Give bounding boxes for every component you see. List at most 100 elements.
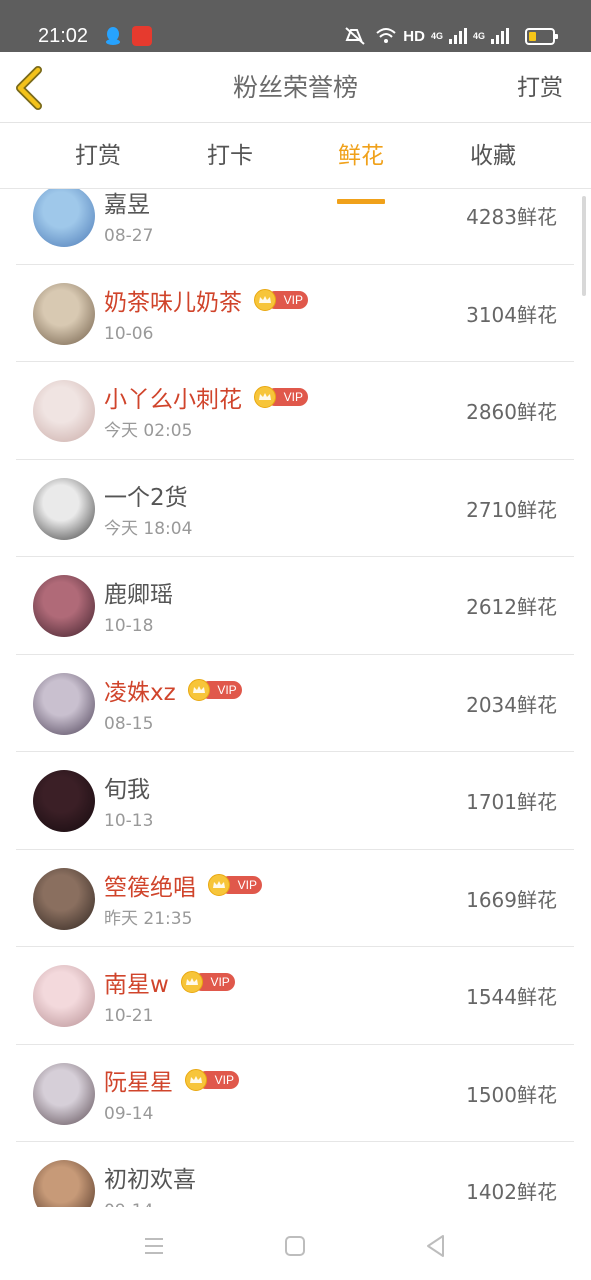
fan-name: 奶茶味儿奶茶	[104, 289, 242, 316]
fan-date: 10-21	[104, 1006, 154, 1026]
fan-row[interactable]: 初初欢喜 09-14 1402鲜花	[16, 1142, 574, 1207]
crown-icon	[187, 678, 210, 701]
fan-date: 今天 02:05	[104, 421, 193, 441]
status-time: 21:02	[38, 25, 89, 47]
name-line: 奶茶味儿奶茶 VIP	[104, 283, 308, 317]
system-nav-bar	[0, 1208, 591, 1280]
name-line: 鹿卿瑶	[104, 575, 173, 609]
tab-favorites[interactable]: 收藏	[443, 141, 543, 171]
avatar[interactable]	[33, 867, 95, 930]
signal-icon-2	[491, 28, 509, 44]
fan-row[interactable]: 旬我 10-13 1701鲜花	[16, 752, 574, 850]
name-line: 南星w VIP	[104, 965, 235, 999]
tab-checkin[interactable]: 打卡	[180, 141, 280, 171]
fan-ranking-list[interactable]: 嘉昱 08-27 4283鲜花奶茶味儿奶茶 VIP 10-06 3104鲜花小丫么小刺花 V…	[16, 189, 574, 1207]
fan-date: 08-27	[104, 226, 154, 246]
mute-icon	[345, 27, 365, 45]
fan-row[interactable]: 嘉昱 08-27 4283鲜花	[16, 189, 574, 265]
fan-date: 昨天 21:35	[104, 908, 193, 929]
crown-icon	[185, 1068, 207, 1091]
fan-date: 09-14	[104, 1200, 153, 1207]
menu-icon[interactable]	[138, 1230, 170, 1262]
home-icon[interactable]	[279, 1230, 311, 1262]
avatar[interactable]	[33, 575, 95, 637]
fan-row[interactable]: 南星w VIP 10-21 1544鲜花	[16, 947, 574, 1045]
battery-icon	[525, 27, 558, 45]
avatar[interactable]	[33, 1160, 95, 1207]
avatar[interactable]	[33, 770, 95, 832]
tab-flowers[interactable]: 鲜花	[311, 141, 411, 204]
name-line: 凌姝xz VIP	[104, 673, 242, 707]
vip-badge: VIP	[187, 678, 242, 701]
avatar[interactable]	[33, 189, 95, 247]
page-title: 粉丝荣誉榜	[232, 73, 358, 102]
crown-icon	[254, 386, 276, 408]
tab-reward[interactable]: 打赏	[48, 141, 148, 171]
flower-count: 1402鲜花	[466, 1180, 557, 1204]
fan-name: 嘉昱	[104, 192, 150, 218]
scrollbar[interactable]	[582, 196, 586, 296]
avatar[interactable]	[33, 1062, 95, 1125]
flower-count: 2034鲜花	[466, 692, 557, 717]
avatar[interactable]	[33, 965, 95, 1027]
flower-count: 4283鲜花	[466, 205, 557, 229]
name-line: 阮星星 VIP	[104, 1063, 239, 1097]
fan-date: 10-13	[104, 811, 154, 831]
avatar[interactable]	[33, 672, 95, 735]
fan-name: 凌姝xz	[104, 679, 176, 706]
qq-icon	[106, 27, 120, 45]
avatar[interactable]	[33, 380, 95, 442]
fan-name: 小丫么小刺花	[104, 387, 242, 413]
name-line: 旬我	[104, 770, 150, 804]
fan-date: 今天 18:04	[104, 518, 193, 539]
name-line: 一个2货	[104, 478, 188, 512]
vip-badge: VIP	[254, 386, 308, 408]
crown-icon	[208, 873, 230, 896]
fan-row[interactable]: 一个2货今天 18:04 2710鲜花	[16, 460, 574, 557]
fan-row[interactable]: 箜篌绝唱 VIP 昨天 21:35 1669鲜花	[16, 850, 574, 947]
avatar[interactable]	[33, 282, 95, 345]
vip-badge: VIP	[208, 873, 262, 896]
app-badge-icon	[132, 26, 152, 46]
wifi-icon	[376, 28, 396, 43]
flower-count: 3104鲜花	[466, 302, 557, 327]
fan-date: 10-06	[104, 323, 154, 344]
name-line: 小丫么小刺花 VIP	[104, 380, 308, 414]
back-triangle-icon[interactable]	[419, 1230, 451, 1262]
fan-row[interactable]: 阮星星 VIP 09-14 1500鲜花	[16, 1045, 574, 1142]
flower-count: 1701鲜花	[466, 790, 557, 814]
fan-name: 初初欢喜	[104, 1167, 196, 1193]
fan-date: 09-14	[104, 1103, 154, 1124]
fan-name: 南星w	[104, 972, 169, 998]
fan-list-inner: 嘉昱 08-27 4283鲜花奶茶味儿奶茶 VIP 10-06 3104鲜花小丫么小刺花 V…	[16, 189, 574, 1207]
flower-count: 1544鲜花	[466, 985, 557, 1009]
crown-icon	[254, 288, 276, 311]
app-header: 粉丝荣誉榜 打赏	[0, 52, 591, 123]
vip-badge: VIP	[254, 288, 308, 311]
fan-date: 10-18	[104, 616, 154, 636]
flower-count: 2710鲜花	[466, 497, 557, 522]
fan-row[interactable]: 鹿卿瑶 10-18 2612鲜花	[16, 557, 574, 655]
network-type: HD	[403, 27, 425, 45]
signal-label-2: 4G	[472, 31, 485, 41]
status-bar: 21:02 HD 4G 4G	[0, 0, 591, 52]
flower-count: 2860鲜花	[466, 400, 557, 424]
crown-icon	[180, 971, 203, 993]
name-line: 初初欢喜	[104, 1160, 196, 1194]
flower-count: 2612鲜花	[466, 595, 557, 619]
tab-flowers-label: 鲜花	[338, 143, 384, 169]
fan-name: 一个2货	[104, 484, 188, 511]
reward-button[interactable]: 打赏	[517, 72, 563, 104]
fan-row[interactable]: 奶茶味儿奶茶 VIP 10-06 3104鲜花	[16, 265, 574, 362]
vip-badge: VIP	[180, 971, 235, 993]
fan-row[interactable]: 凌姝xz VIP 08-15 2034鲜花	[16, 655, 574, 752]
tab-bar: 打赏 打卡 鲜花 收藏	[0, 123, 591, 204]
signal-icon	[448, 28, 467, 44]
fan-row[interactable]: 小丫么小刺花 VIP 今天 02:05 2860鲜花	[16, 362, 574, 460]
vip-badge: VIP	[185, 1068, 239, 1091]
avatar[interactable]	[33, 477, 95, 540]
fan-name: 阮星星	[104, 1069, 173, 1096]
fan-name: 鹿卿瑶	[104, 582, 173, 608]
name-line: 箜篌绝唱 VIP	[104, 868, 262, 902]
fan-name: 箜篌绝唱	[104, 874, 196, 901]
